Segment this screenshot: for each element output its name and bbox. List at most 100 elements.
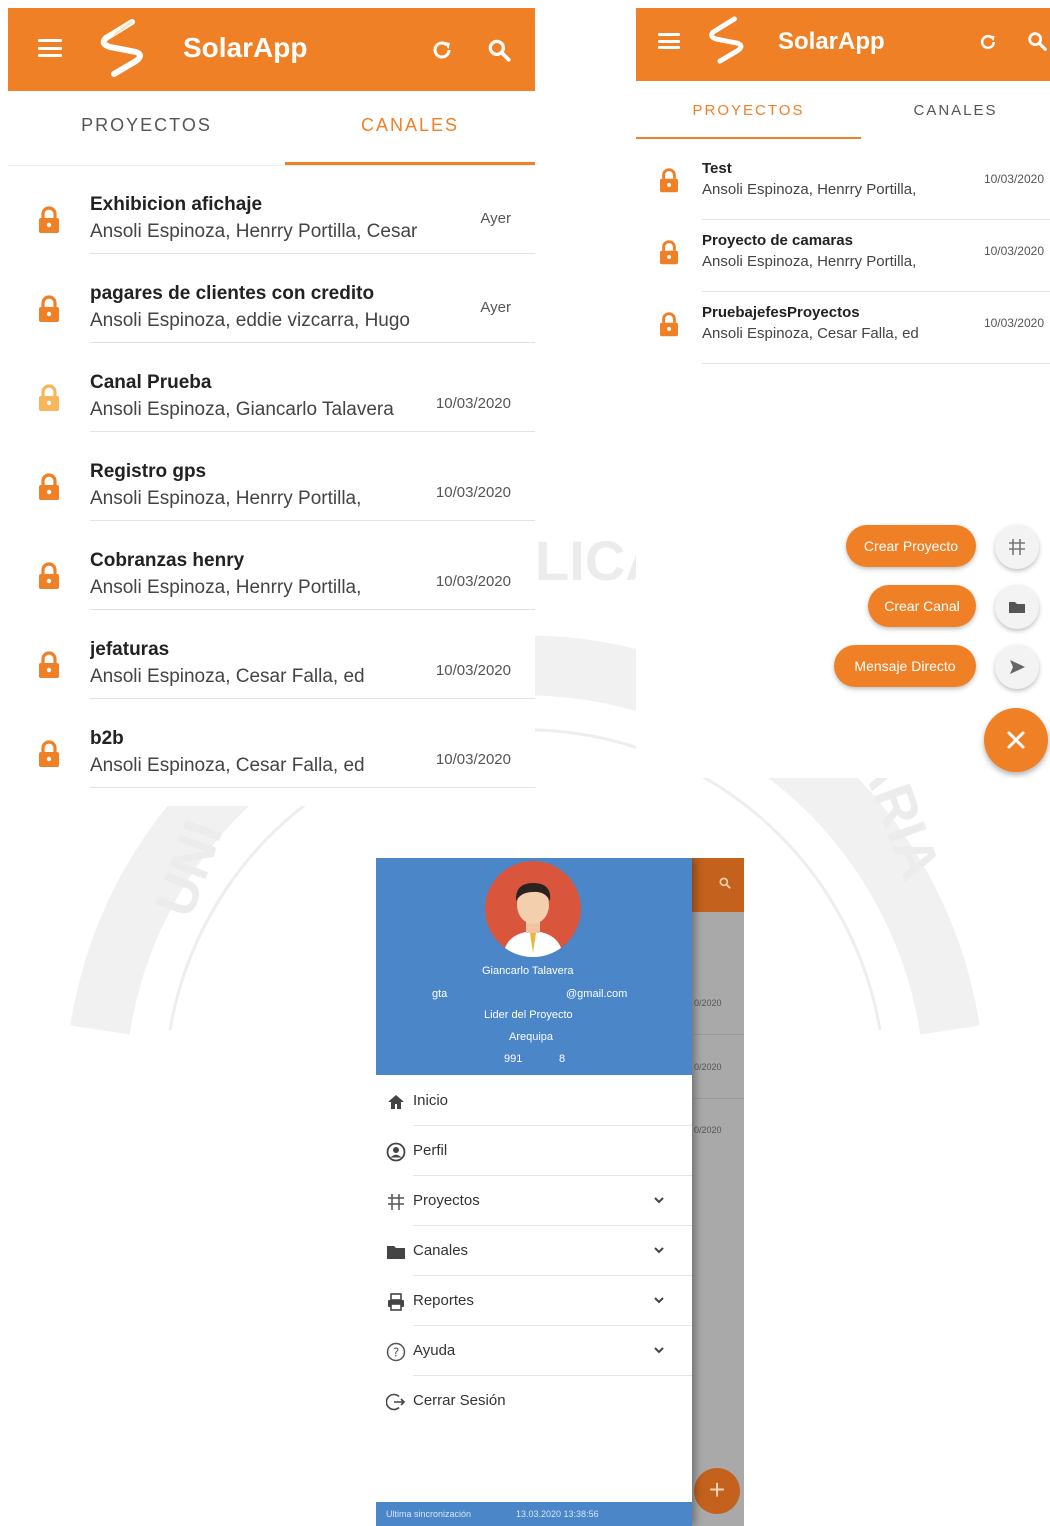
drawer-header: Giancarlo Talavera gta @gmail.com Lider … xyxy=(376,858,692,1075)
channel-date: 10/03/2020 xyxy=(435,484,511,501)
user-city: Arequipa xyxy=(509,1031,554,1043)
drawer-item-label: Proyectos xyxy=(413,1192,480,1209)
direct-message-button[interactable]: Mensaje Directo xyxy=(834,645,976,687)
channel-date: 10/03/2020 xyxy=(435,662,511,679)
channel-row[interactable]: Registro gps Ansoli Espinoza, Henrry Port… xyxy=(8,432,535,521)
channel-members: Ansoli Espinoza, Henrry Portilla, xyxy=(90,577,362,598)
app-bar: SolarApp xyxy=(636,8,1050,81)
project-title: Proyecto de camaras xyxy=(702,232,853,249)
sync-label: Ultima sincronización xyxy=(386,1509,472,1519)
user-phone-prefix: 991 xyxy=(504,1053,523,1065)
drawer-screen: 0/2020 0/2020 0/2020 + Giancarlo Talaver… xyxy=(376,858,744,1526)
project-row[interactable]: PruebajefesProyectos Ansoli Espinoza, Ces… xyxy=(636,292,1050,364)
navigation-drawer: Giancarlo Talavera gta @gmail.com Lider … xyxy=(376,858,692,1526)
user-role: Lider del Proyecto xyxy=(484,1009,573,1021)
lock-icon xyxy=(37,739,61,769)
channel-row[interactable]: b2b Ansoli Espinoza, Cesar Falla, ed 10/03… xyxy=(8,699,535,788)
search-icon[interactable] xyxy=(1026,30,1048,52)
menu-divider xyxy=(413,1375,692,1376)
home-icon xyxy=(386,1092,406,1112)
channel-row[interactable]: Exhibicion afichaje Ansoli Espinoza, Henr… xyxy=(8,165,535,254)
direct-message-mini-fab[interactable] xyxy=(995,645,1039,689)
channel-row[interactable]: Canal Prueba Ansoli Espinoza, Giancarlo T… xyxy=(8,343,535,432)
project-icon xyxy=(1009,539,1025,555)
drawer-item-inicio[interactable]: Inicio xyxy=(376,1077,692,1126)
project-row[interactable]: Test Ansoli Espinoza, Henrry Portilla, 10/… xyxy=(636,148,1050,220)
menu-divider xyxy=(413,1125,692,1126)
project-date: 10/03/2020 xyxy=(983,172,1044,186)
user-circle-icon xyxy=(386,1142,406,1162)
close-fab-button[interactable] xyxy=(984,708,1048,772)
chevron-down-icon[interactable] xyxy=(652,1243,666,1257)
create-channel-button[interactable]: Crear Canal xyxy=(868,585,976,627)
background-divider xyxy=(694,1098,744,1099)
tab-proyectos[interactable]: PROYECTOS xyxy=(8,115,285,136)
search-icon[interactable] xyxy=(486,37,512,63)
drawer-item-label: Reportes xyxy=(413,1292,474,1309)
chevron-down-icon[interactable] xyxy=(652,1193,666,1207)
channel-date: Ayer xyxy=(480,210,511,227)
sync-value: 13.03.2020 13:38:56 xyxy=(516,1509,599,1519)
channel-row[interactable]: jefaturas Ansoli Espinoza, Cesar Falla, e… xyxy=(8,610,535,699)
chevron-down-icon[interactable] xyxy=(652,1343,666,1357)
channel-members: Ansoli Espinoza, Cesar Falla, ed xyxy=(90,755,365,776)
project-title: Test xyxy=(702,160,732,177)
channel-title: Canal Prueba xyxy=(90,372,212,393)
drawer-item-label: Cerrar Sesión xyxy=(413,1392,506,1409)
project-members: Ansoli Espinoza, Henrry Portilla, xyxy=(702,181,917,198)
drawer-item-canales[interactable]: Canales xyxy=(376,1227,692,1276)
channel-row[interactable]: pagares de clientes con credito Ansoli Es… xyxy=(8,254,535,343)
create-project-button[interactable]: Crear Proyecto xyxy=(846,525,976,567)
tab-canales[interactable]: CANALES xyxy=(285,115,535,136)
drawer-item-reportes[interactable]: Reportes xyxy=(376,1277,692,1326)
app-title: SolarApp xyxy=(183,32,308,63)
lock-icon xyxy=(37,561,61,591)
lock-icon xyxy=(37,650,61,680)
background-date: 0/2020 xyxy=(694,998,722,1008)
menu-divider xyxy=(413,1225,692,1226)
channel-row[interactable]: Cobranzas henry Ansoli Espinoza, Henrry P… xyxy=(8,521,535,610)
menu-divider xyxy=(413,1175,692,1176)
tab-indicator xyxy=(636,137,861,139)
lock-open-icon xyxy=(37,383,61,413)
project-members: Ansoli Espinoza, Cesar Falla, ed xyxy=(702,325,919,342)
drawer-item-label: Ayuda xyxy=(413,1342,456,1359)
menu-icon[interactable] xyxy=(658,33,680,49)
drawer-item-proyectos[interactable]: Proyectos xyxy=(376,1177,692,1226)
search-icon xyxy=(719,877,731,889)
refresh-icon[interactable] xyxy=(430,38,454,62)
channel-members: Ansoli Espinoza, eddie vizcarra, Hugo xyxy=(90,310,411,331)
drawer-item-label: Inicio xyxy=(413,1092,449,1109)
channel-title: Registro gps xyxy=(90,461,207,482)
channel-title: jefaturas xyxy=(90,639,170,660)
create-channel-mini-fab[interactable] xyxy=(995,585,1039,629)
drawer-item-cerrar-sesi-n[interactable]: Cerrar Sesión xyxy=(376,1377,692,1426)
refresh-icon[interactable] xyxy=(978,32,998,52)
create-project-mini-fab[interactable] xyxy=(995,525,1039,569)
project-date: 10/03/2020 xyxy=(983,316,1044,330)
drawer-item-label: Perfil xyxy=(413,1142,448,1159)
menu-icon[interactable] xyxy=(38,39,62,57)
lock-icon xyxy=(658,239,680,266)
channels-screen: SolarApp PROYECTOS CANALES Exhibicion af… xyxy=(8,8,535,806)
tab-canales[interactable]: CANALES xyxy=(861,102,1050,119)
folder-icon xyxy=(386,1242,406,1262)
printer-icon xyxy=(386,1292,406,1312)
background-date: 0/2020 xyxy=(694,1062,722,1072)
drawer-item-ayuda[interactable]: ? Ayuda xyxy=(376,1327,692,1376)
close-icon xyxy=(1007,731,1025,749)
menu-divider xyxy=(413,1275,692,1276)
folder-icon xyxy=(1009,602,1025,613)
channel-title: Cobranzas henry xyxy=(90,550,245,571)
channel-date: 10/03/2020 xyxy=(435,395,511,412)
chevron-down-icon[interactable] xyxy=(652,1293,666,1307)
row-divider xyxy=(90,787,535,788)
channel-members: Ansoli Espinoza, Cesar Falla, ed xyxy=(90,666,365,687)
project-row[interactable]: Proyecto de camaras Ansoli Espinoza, Henr… xyxy=(636,220,1050,292)
drawer-item-perfil[interactable]: Perfil xyxy=(376,1127,692,1176)
svg-text:?: ? xyxy=(393,1346,399,1360)
help-icon: ? xyxy=(386,1342,406,1362)
channel-title: b2b xyxy=(90,728,124,749)
send-icon xyxy=(1010,660,1025,674)
tab-proyectos[interactable]: PROYECTOS xyxy=(636,102,861,119)
